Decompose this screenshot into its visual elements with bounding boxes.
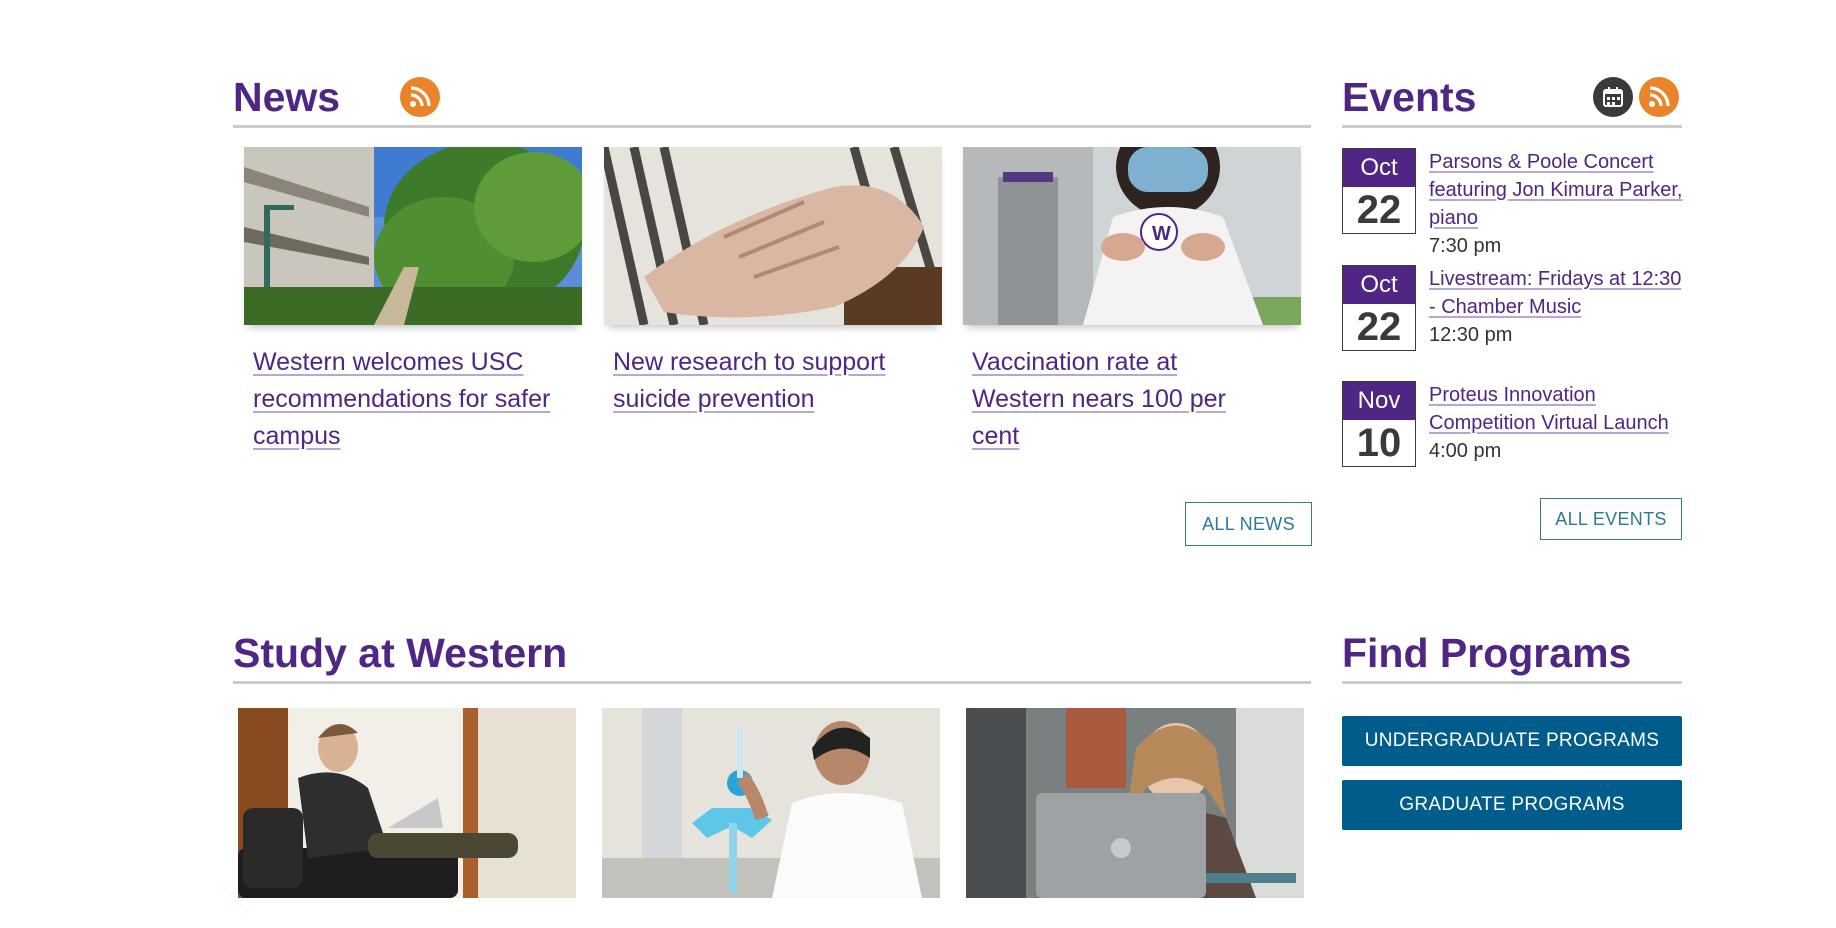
events-rss-icon[interactable] (1639, 77, 1679, 117)
graduate-programs-button[interactable]: GRADUATE PROGRAMS (1342, 780, 1682, 830)
news-card: New research to support suicide preventi… (604, 147, 942, 418)
study-heading: Study at Western (233, 630, 568, 676)
find-programs-heading: Find Programs (1342, 630, 1632, 676)
event-date-badge: Nov 10 (1342, 381, 1416, 467)
event-text: Parsons & Poole Concert featuring Jon Ki… (1429, 148, 1691, 260)
find-programs-rule (1342, 681, 1682, 684)
undergraduate-programs-button[interactable]: UNDERGRADUATE PROGRAMS (1342, 716, 1682, 766)
study-card-image[interactable] (602, 708, 940, 908)
event-month: Oct (1343, 266, 1415, 304)
event-date-badge: Oct 22 (1342, 148, 1416, 234)
news-card: W Vaccination rate at Western nears 100 … (963, 147, 1301, 455)
news-headline-link[interactable]: Western welcomes USC recommendations for… (253, 344, 553, 455)
news-card: Western welcomes USC recommendations for… (244, 147, 582, 455)
event-time: 7:30 pm (1429, 235, 1502, 257)
event-title-link[interactable]: Proteus Innovation Competition Virtual L… (1429, 384, 1669, 434)
event-month: Nov (1343, 382, 1415, 420)
study-card-image[interactable] (238, 708, 576, 908)
news-heading: News (233, 74, 341, 120)
event-time: 4:00 pm (1429, 440, 1502, 462)
news-headline-link[interactable]: New research to support suicide preventi… (613, 344, 913, 418)
news-image-campus[interactable] (244, 147, 582, 325)
event-day: 22 (1356, 304, 1402, 349)
events-heading-rule (1342, 125, 1682, 128)
calendar-icon[interactable] (1593, 77, 1633, 117)
events-heading: Events (1342, 74, 1477, 120)
event-day: 10 (1356, 420, 1402, 465)
event-day: 22 (1356, 187, 1402, 232)
event-text: Livestream: Fridays at 12:30 - Chamber M… (1429, 265, 1691, 349)
event-item: Oct 22 Parsons & Poole Concert featuring… (1342, 148, 1682, 257)
news-image-hands[interactable] (604, 147, 942, 325)
event-time: 12:30 pm (1429, 324, 1513, 346)
study-card-image[interactable] (966, 708, 1304, 908)
event-month: Oct (1343, 149, 1415, 187)
svg-text:W: W (1152, 223, 1171, 245)
event-title-link[interactable]: Parsons & Poole Concert featuring Jon Ki… (1429, 151, 1682, 229)
all-events-button[interactable]: ALL EVENTS (1540, 498, 1682, 540)
news-rss-icon[interactable] (400, 77, 440, 117)
news-heading-rule (233, 125, 1311, 128)
event-title-link[interactable]: Livestream: Fridays at 12:30 - Chamber M… (1429, 268, 1681, 318)
news-headline-link[interactable]: Vaccination rate at Western nears 100 pe… (972, 344, 1272, 455)
all-news-button[interactable]: ALL NEWS (1185, 502, 1312, 546)
event-date-badge: Oct 22 (1342, 265, 1416, 351)
event-item: Nov 10 Proteus Innovation Competition Vi… (1342, 381, 1682, 469)
news-image-vaccination[interactable]: W (963, 147, 1301, 325)
event-item: Oct 22 Livestream: Fridays at 12:30 - Ch… (1342, 265, 1682, 353)
event-text: Proteus Innovation Competition Virtual L… (1429, 381, 1691, 465)
study-heading-rule (233, 681, 1311, 684)
